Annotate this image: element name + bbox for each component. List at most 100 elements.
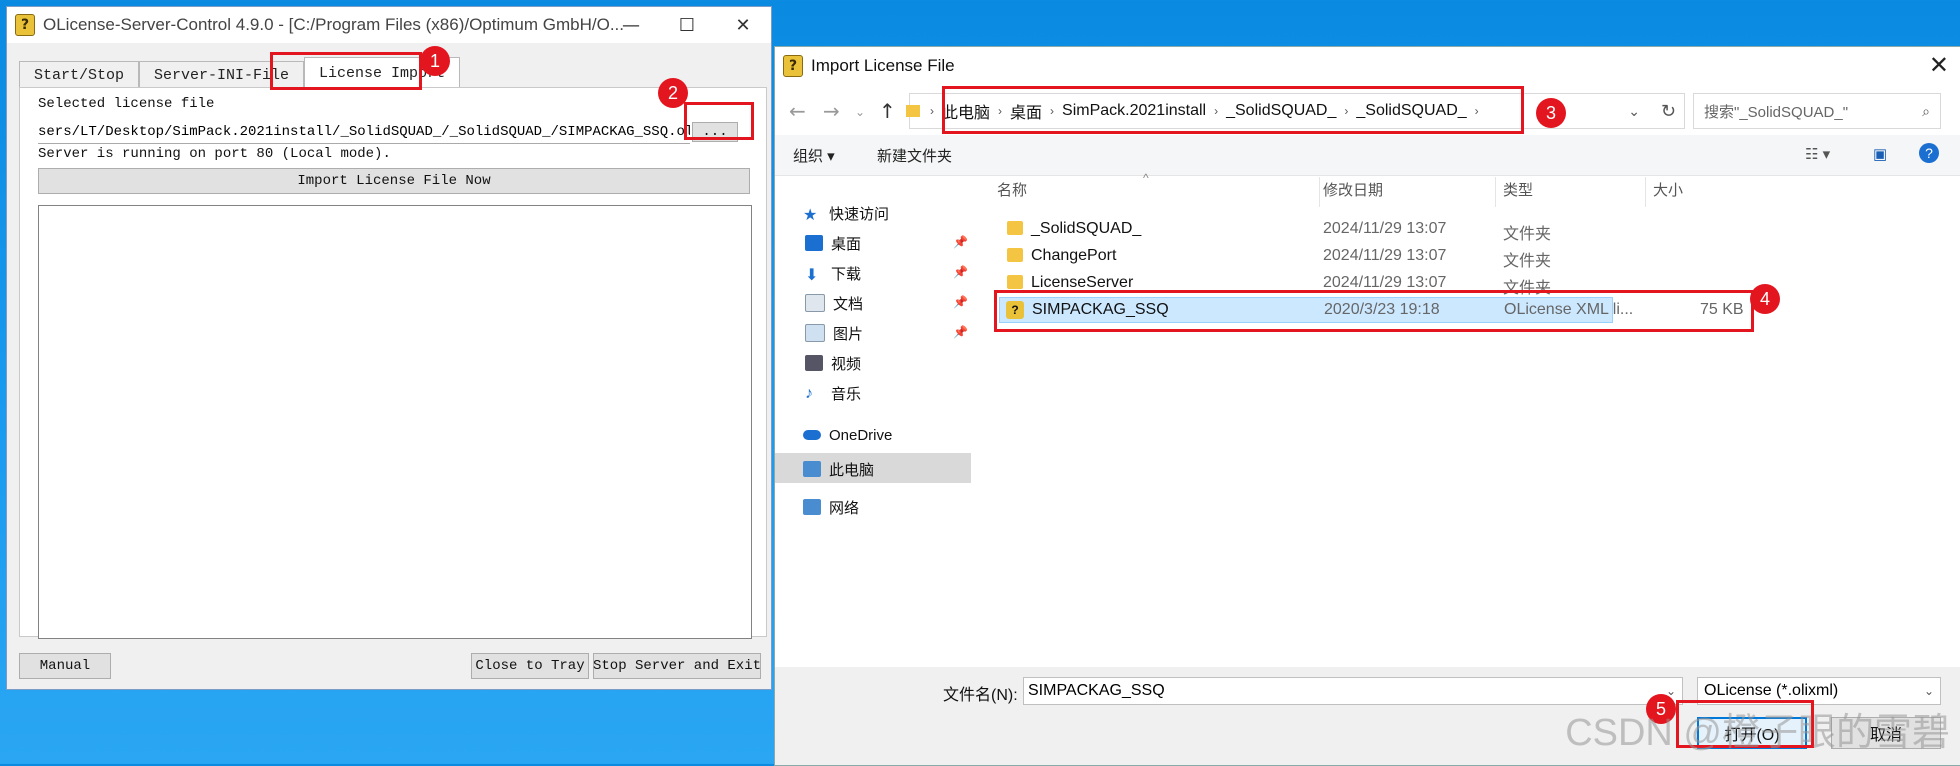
file-row-solidsquad[interactable]: _SolidSQUAD_ 2024/11/29 13:07 文件夹: [999, 217, 1613, 243]
highlight-box-4: [994, 290, 1754, 332]
column-divider: [1495, 177, 1496, 207]
stop-server-exit-button[interactable]: Stop Server and Exit: [593, 653, 761, 679]
pin-icon: 📌: [953, 325, 968, 339]
file-date: 2024/11/29 13:07: [1323, 247, 1447, 264]
title-bar: ? OLicense-Server-Control 4.9.0 - [C:/Pr…: [7, 7, 771, 43]
nav-label: 快速访问: [829, 205, 890, 223]
network-icon: [803, 499, 821, 515]
nav-label: 此电脑: [829, 461, 875, 479]
nav-quick-access[interactable]: ★ 快速访问: [803, 201, 889, 225]
column-divider: [1319, 177, 1320, 207]
document-icon: [805, 294, 825, 312]
column-size[interactable]: 大小: [1653, 179, 1683, 200]
maximize-icon[interactable]: ☐: [659, 7, 715, 43]
nav-label: 文档: [833, 295, 864, 313]
file-type: 文件夹: [1503, 253, 1552, 270]
dialog-title-bar: ? Import License File ✕: [775, 47, 1960, 85]
file-name: ChangePort: [1031, 247, 1117, 264]
file-row-changeport[interactable]: ChangePort 2024/11/29 13:07 文件夹: [999, 244, 1613, 270]
minimize-icon[interactable]: —: [603, 7, 659, 43]
music-icon: ♪: [805, 385, 813, 402]
nav-label: OneDrive: [829, 426, 893, 444]
file-type: 文件夹: [1503, 226, 1552, 243]
download-icon: ⬇: [805, 267, 819, 284]
olicense-window: ? OLicense-Server-Control 4.9.0 - [C:/Pr…: [6, 6, 772, 690]
log-output: [38, 205, 752, 639]
column-date[interactable]: 修改日期: [1323, 179, 1383, 200]
forward-icon[interactable]: →: [823, 99, 840, 123]
folder-icon: [906, 105, 920, 117]
close-icon[interactable]: ✕: [1929, 51, 1949, 79]
step-badge-1: 1: [420, 46, 450, 76]
up-icon[interactable]: ↑: [879, 99, 896, 123]
folder-icon: [1007, 248, 1023, 262]
nav-pictures[interactable]: 图片: [805, 321, 863, 345]
nav-downloads[interactable]: ⬇ 下载: [805, 261, 861, 285]
close-icon[interactable]: ✕: [715, 7, 771, 43]
new-folder-button[interactable]: 新建文件夹: [877, 145, 952, 166]
desktop-icon: [805, 235, 823, 251]
highlight-box-3: [942, 86, 1524, 134]
highlight-box-1: [270, 52, 422, 90]
tab-start-stop[interactable]: Start/Stop: [19, 61, 140, 88]
folder-icon: [1007, 221, 1023, 235]
chevron-down-icon[interactable]: ⌄: [1924, 684, 1934, 698]
picture-icon: [805, 324, 825, 342]
pin-icon: 📌: [953, 295, 968, 309]
key-icon: ?: [783, 55, 803, 77]
manual-button[interactable]: Manual: [19, 653, 111, 679]
pin-icon: 📌: [953, 235, 968, 249]
step-badge-4: 4: [1750, 284, 1780, 314]
help-icon[interactable]: ?: [1919, 143, 1939, 163]
computer-icon: [803, 461, 821, 477]
column-divider: [1645, 177, 1646, 207]
column-name[interactable]: 名称: [997, 179, 1027, 200]
nav-desktop[interactable]: 桌面: [805, 231, 861, 255]
sort-up-icon: ^: [1143, 171, 1149, 185]
nav-onedrive[interactable]: OneDrive: [803, 423, 892, 447]
star-icon: ★: [803, 207, 818, 224]
step-badge-2: 2: [658, 78, 688, 108]
nav-music[interactable]: ♪ 音乐: [805, 381, 861, 405]
nav-label: 下载: [831, 265, 862, 283]
key-icon: ?: [15, 14, 35, 36]
search-icon[interactable]: ⌕: [1922, 103, 1930, 120]
nav-network[interactable]: 网络: [803, 495, 859, 519]
video-icon: [805, 355, 823, 371]
filename-value: SIMPACKAG_SSQ: [1028, 682, 1165, 699]
license-import-panel: Selected license file sers/LT/Desktop/Si…: [19, 87, 767, 639]
nav-label: 图片: [833, 325, 864, 343]
server-status: Server is running on port 80 (Local mode…: [38, 146, 391, 162]
back-icon[interactable]: ←: [789, 99, 806, 123]
selected-file-label: Selected license file: [38, 96, 215, 112]
license-path-field[interactable]: sers/LT/Desktop/SimPack.2021install/_Sol…: [38, 121, 690, 144]
organize-menu[interactable]: 组织 ▾: [793, 145, 835, 166]
close-to-tray-button[interactable]: Close to Tray: [471, 653, 589, 679]
file-name: _SolidSQUAD_: [1031, 220, 1142, 237]
preview-pane-icon[interactable]: ▣: [1873, 145, 1887, 163]
step-badge-3: 3: [1536, 98, 1566, 128]
refresh-icon[interactable]: ↻: [1661, 101, 1676, 122]
filetype-value: OLicense (*.olixml): [1704, 682, 1839, 699]
nav-documents[interactable]: 文档: [805, 291, 863, 315]
pin-icon: 📌: [953, 265, 968, 279]
view-options-icon[interactable]: ☷ ▾: [1805, 145, 1830, 163]
window-title: OLicense-Server-Control 4.9.0 - [C:/Prog…: [43, 15, 624, 34]
nav-this-pc[interactable]: 此电脑: [803, 457, 874, 481]
dialog-toolbar: 组织 ▾ 新建文件夹 ☷ ▾ ▣ ?: [775, 135, 1960, 176]
file-date: 2024/11/29 13:07: [1323, 220, 1447, 237]
nav-label: 网络: [829, 499, 860, 517]
recent-dropdown-icon[interactable]: ⌄: [855, 105, 865, 119]
folder-icon: [1007, 275, 1023, 289]
cloud-icon: [803, 430, 821, 440]
column-type[interactable]: 类型: [1503, 179, 1533, 200]
navigation-pane: ★ 快速访问 桌面 📌 ⬇ 下载 📌 文档 📌 图片 📌 视频 ♪ 音乐 One…: [775, 177, 971, 657]
chevron-down-icon[interactable]: ⌄: [1628, 103, 1640, 120]
nav-videos[interactable]: 视频: [805, 351, 861, 375]
watermark: CSDN @橙子眼的雪碧: [1565, 712, 1950, 754]
search-placeholder: 搜索"_SolidSQUAD_": [1704, 103, 1849, 121]
import-license-dialog: ? Import License File ✕ ← → ⌄ ↑ › 此电脑 › …: [774, 46, 1960, 766]
dialog-title: Import License File: [811, 56, 955, 75]
search-input[interactable]: 搜索"_SolidSQUAD_" ⌕: [1693, 93, 1941, 129]
import-license-button[interactable]: Import License File Now: [38, 168, 750, 194]
